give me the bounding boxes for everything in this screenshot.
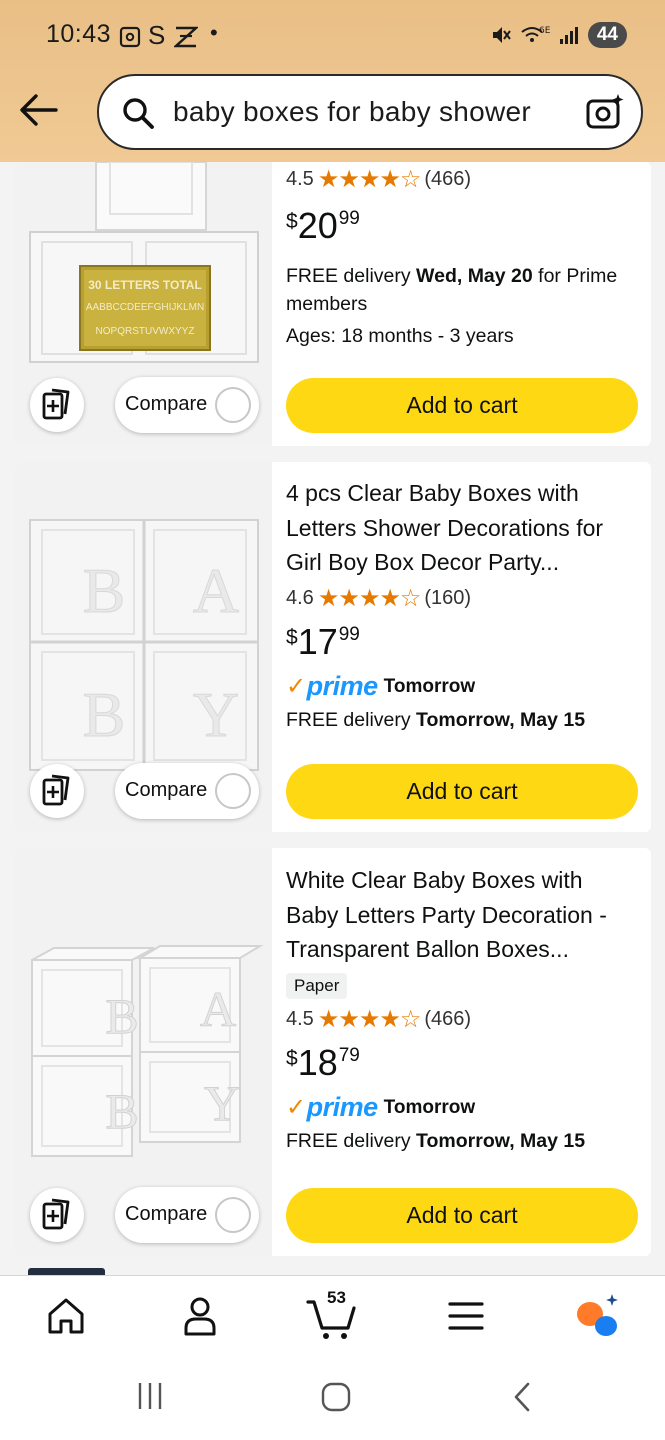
product-info: 4.5 ★★★★☆ (466) $ 20 99 FREE delivery We… (286, 162, 639, 351)
format-badge-row: Paper (286, 972, 639, 999)
svg-text:B: B (105, 1083, 138, 1139)
signal-icon (559, 27, 578, 44)
svg-text:6E: 6E (539, 26, 550, 36)
back-system-icon[interactable] (510, 1381, 534, 1413)
compare-toggle[interactable]: Compare (115, 1187, 259, 1243)
format-badge[interactable]: Paper (286, 972, 348, 999)
add-to-cart-button[interactable]: Add to cart (286, 1188, 638, 1243)
system-navigation-bar (0, 1355, 665, 1440)
price: $ 18 79 (286, 1041, 360, 1083)
s-icon: S (148, 20, 166, 50)
stars-icon: ★★★★☆ (317, 1006, 422, 1033)
add-to-list-icon (42, 388, 70, 420)
wifi-icon: 6E (521, 26, 550, 42)
status-time: 10:43 (46, 20, 112, 48)
svg-text:B: B (83, 679, 126, 750)
menu-icon[interactable] (440, 1290, 492, 1342)
compare-toggle[interactable]: Compare (115, 377, 259, 433)
compare-checkbox[interactable] (215, 773, 251, 809)
compare-label: Compare (125, 779, 208, 801)
battery-indicator: 44 (587, 22, 627, 48)
delivery-info: FREE delivery Tomorrow, May 15 (286, 1129, 586, 1152)
product-info: White Clear Baby Boxes with Baby Letters… (286, 848, 639, 1155)
svg-text:Y: Y (193, 679, 239, 750)
svg-text:B: B (105, 988, 138, 1044)
back-arrow-icon[interactable] (18, 92, 60, 128)
cart-count: 53 (327, 1288, 346, 1307)
svg-text:B: B (83, 555, 126, 626)
product-card[interactable]: 30 LETTERS TOTAL AABBCCDEEFGHIJKLMN NOPQ… (14, 162, 651, 446)
rating-value: 4.6 (286, 587, 314, 609)
svg-text:NOPQRSTUVWXYYZ: NOPQRSTUVWXYYZ (96, 326, 195, 337)
product-info: 4 pcs Clear Baby Boxes with Letters Show… (286, 462, 639, 734)
add-to-cart-button[interactable]: Add to cart (286, 378, 638, 433)
screenshot-icon (119, 26, 141, 48)
active-tab-indicator (28, 1268, 105, 1275)
recent-apps-icon[interactable] (136, 1381, 164, 1411)
search-icon (123, 98, 154, 129)
dot-icon: • (210, 20, 218, 45)
review-count: (466) (424, 1008, 472, 1030)
product-title[interactable]: White Clear Baby Boxes with Baby Letters… (286, 863, 639, 967)
prime-logo: ✓ prime (286, 1092, 378, 1122)
price: $ 20 99 (286, 205, 360, 246)
mail-icon (174, 26, 198, 48)
mute-icon (492, 27, 511, 43)
prime-badge: ✓ prime Tomorrow (286, 670, 639, 704)
add-to-cart-button[interactable]: Add to cart (286, 764, 638, 819)
product-title[interactable]: 4 pcs Clear Baby Boxes with Letters Show… (286, 476, 639, 580)
prime-logo: ✓ prime (286, 671, 378, 701)
rating-value: 4.5 (286, 1008, 314, 1030)
compare-checkbox[interactable] (215, 387, 251, 423)
product-card[interactable]: B A B Y White Clear Baby Boxes with Baby… (14, 848, 651, 1256)
rufus-icon[interactable] (572, 1290, 624, 1342)
svg-text:30 LETTERS TOTAL: 30 LETTERS TOTAL (88, 278, 202, 292)
account-icon[interactable] (174, 1290, 226, 1342)
svg-text:AABBCCDEEFGHIJKLMN: AABBCCDEEFGHIJKLMN (86, 302, 204, 313)
svg-text:A: A (193, 555, 239, 626)
compare-checkbox[interactable] (215, 1197, 251, 1233)
prime-check-icon: ✓ (286, 1094, 306, 1121)
prime-delivery-day: Tomorrow (383, 1096, 476, 1118)
compare-toggle[interactable]: Compare (115, 763, 259, 819)
prime-check-icon: ✓ (286, 673, 306, 700)
camera-search-icon[interactable] (585, 92, 625, 132)
age-range: Ages: 18 months - 3 years (286, 325, 514, 347)
rating-row[interactable]: 4.5 ★★★★☆ (466) (286, 164, 639, 194)
delivery-info: FREE delivery Wed, May 20 for Prime memb… (286, 265, 618, 315)
add-to-list-icon (42, 774, 70, 806)
svg-text:A: A (200, 981, 236, 1037)
compare-label: Compare (125, 1203, 208, 1225)
stars-icon: ★★★★☆ (317, 585, 422, 612)
price: $ 17 99 (286, 620, 360, 662)
review-count: (160) (424, 587, 472, 609)
compare-label: Compare (125, 393, 208, 415)
review-count: (466) (424, 167, 472, 190)
add-to-list-icon (42, 1198, 70, 1230)
svg-text:Y: Y (204, 1075, 240, 1131)
rating-row[interactable]: 4.5 ★★★★☆ (466) (286, 1005, 639, 1035)
prime-delivery-day: Tomorrow (383, 675, 476, 697)
add-to-list-button[interactable] (30, 764, 84, 818)
add-to-list-button[interactable] (30, 378, 84, 432)
delivery-info: FREE delivery Tomorrow, May 15 (286, 708, 586, 731)
search-input[interactable]: baby boxes for baby shower (97, 74, 643, 150)
rating-value: 4.5 (286, 167, 314, 190)
stars-icon: ★★★★☆ (317, 165, 422, 193)
prime-badge: ✓ prime Tomorrow (286, 1091, 639, 1125)
app-header: 10:43 S • 6E 44 baby boxes for baby show… (0, 0, 665, 162)
bottom-navigation: 53 (0, 1268, 665, 1355)
product-card[interactable]: B A B Y 4 pcs Clear Baby Boxes with Lett… (14, 462, 651, 832)
home-system-icon[interactable] (320, 1381, 352, 1413)
search-query: baby boxes for baby shower (173, 96, 532, 127)
status-right: 6E 44 (490, 22, 627, 48)
add-to-list-button[interactable] (30, 1188, 84, 1242)
home-icon[interactable] (40, 1290, 92, 1342)
status-bar: 10:43 S • 6E 44 (0, 0, 665, 72)
cart-nav-button[interactable]: 53 (304, 1288, 360, 1342)
rating-row[interactable]: 4.6 ★★★★☆ (160) (286, 584, 639, 614)
